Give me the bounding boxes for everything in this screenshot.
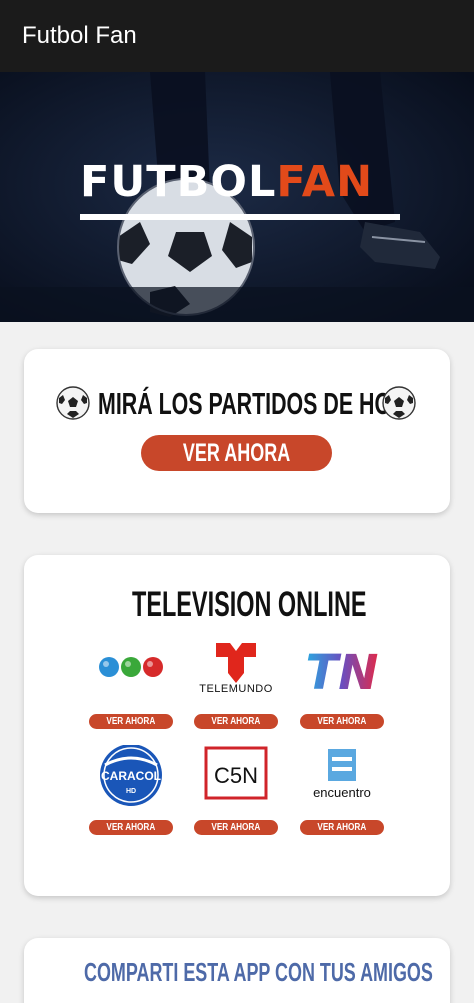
watch-now-label: VER AHORA [182, 439, 291, 467]
channel-encuentro[interactable]: encuentro VER AHORA [298, 745, 386, 845]
soccer-ball-icon [382, 386, 416, 420]
channel-telefe[interactable]: VER AHORA [87, 639, 175, 739]
brand-logo-text: FUTBOLFAN [80, 158, 402, 206]
app-title: Futbol Fan [22, 22, 137, 49]
app-bar: Futbol Fan [0, 0, 474, 72]
watch-now-button-c5n[interactable]: VER AHORA [194, 820, 278, 835]
telemundo-logo-text: TELEMUNDO [199, 683, 273, 695]
watch-now-button-telefe[interactable]: VER AHORA [89, 714, 173, 729]
caracol-logo: CARACOL HD [100, 745, 162, 806]
watch-now-button-tn[interactable]: VER AHORA [300, 714, 384, 729]
share-app-heading: COMPARTI ESTA APP CON TUS AMIGOS [84, 957, 433, 987]
live-matches-card: MIRÁ LOS PARTIDOS DE HOY VER AHORA [24, 349, 450, 513]
brand-text-futbol: FUTBOL [80, 157, 277, 207]
c5n-logo-text: C5N [214, 763, 258, 788]
tn-logo-text: TN [306, 645, 379, 701]
hero-banner: FUTBOLFAN [0, 72, 474, 322]
encuentro-logo: encuentro [313, 749, 371, 800]
television-online-heading: TELEVISION ONLINE [132, 585, 367, 624]
channel-c5n[interactable]: C5N VER AHORA [192, 745, 280, 845]
channel-caracol[interactable]: CARACOL HD VER AHORA [87, 745, 175, 845]
channel-tn[interactable]: TN VER AHORA [298, 639, 386, 739]
tn-logo: TN [306, 645, 379, 701]
c5n-logo: C5N [204, 746, 268, 800]
watch-now-button-encuentro[interactable]: VER AHORA [300, 820, 384, 835]
caracol-logo-text: CARACOL [101, 769, 161, 783]
watch-now-button[interactable]: VER AHORA [141, 435, 332, 471]
caracol-hd-text: HD [126, 788, 136, 795]
telefe-logo [99, 657, 163, 677]
live-matches-heading: MIRÁ LOS PARTIDOS DE HOY [98, 386, 406, 421]
channel-telemundo[interactable]: TELEMUNDO VER AHORA [192, 639, 280, 739]
share-app-card[interactable]: COMPARTI ESTA APP CON TUS AMIGOS [24, 938, 450, 1003]
encuentro-logo-text: encuentro [313, 785, 371, 800]
watch-now-button-caracol[interactable]: VER AHORA [89, 820, 173, 835]
television-online-card: TELEVISION ONLINE VER AHORA TELEMUNDO VE… [24, 555, 450, 896]
brand-text-fan: FAN [276, 157, 374, 207]
watch-now-button-telemundo[interactable]: VER AHORA [194, 714, 278, 729]
brand-underline [80, 214, 400, 220]
soccer-ball-icon [56, 386, 90, 420]
